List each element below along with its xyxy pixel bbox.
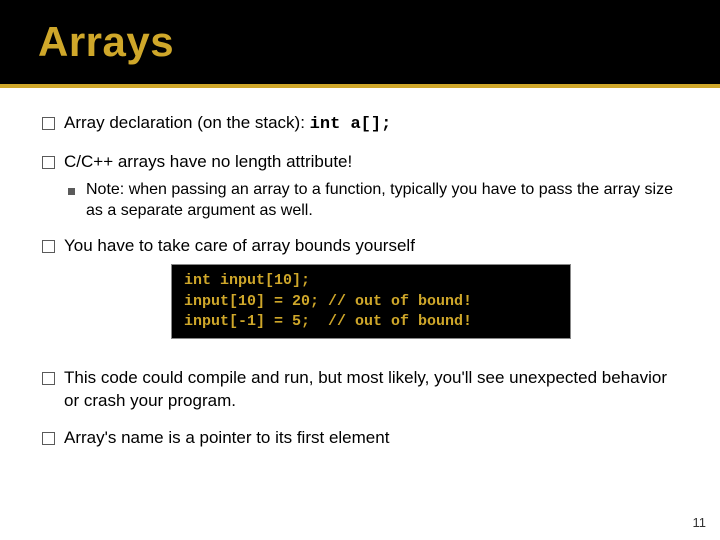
code-wrapper: int input[10]; input[10] = 20; // out of… [64,258,678,353]
bullet-text: This code could compile and run, but mos… [64,368,667,410]
bullet-item: This code could compile and run, but mos… [42,367,678,413]
bullet-item: You have to take care of array bounds yo… [42,235,678,353]
bullet-item: Array declaration (on the stack): int a[… [42,112,678,137]
sub-bullet-item: Note: when passing an array to a functio… [64,180,678,222]
bullet-item: Array's name is a pointer to its first e… [42,427,678,450]
title-bar: Arrays [0,0,720,88]
bullet-text: C/C++ arrays have no length attribute! [64,152,352,171]
page-number: 11 [693,515,707,530]
sub-bullet-list: Note: when passing an array to a functio… [64,180,678,222]
bullet-text: Array's name is a pointer to its first e… [64,428,389,447]
code-block: int input[10]; input[10] = 20; // out of… [171,264,571,339]
bullet-text: Array declaration (on the stack): [64,113,310,132]
bullet-list: Array declaration (on the stack): int a[… [42,112,678,450]
slide-title: Arrays [38,18,720,66]
bullet-item: C/C++ arrays have no length attribute! N… [42,151,678,222]
inline-code: int a[]; [310,115,392,134]
slide-content: Array declaration (on the stack): int a[… [0,88,720,450]
sub-bullet-text: Note: when passing an array to a functio… [86,181,673,219]
bullet-text: You have to take care of array bounds yo… [64,236,415,255]
